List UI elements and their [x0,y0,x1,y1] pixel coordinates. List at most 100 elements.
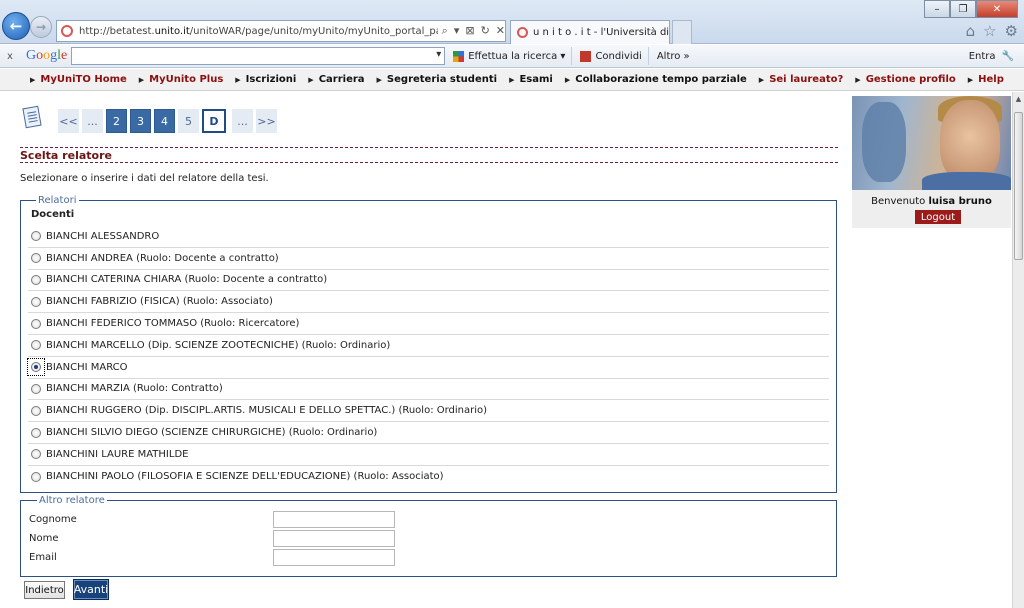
scrollbar-thumb[interactable] [1014,112,1023,260]
new-tab-button[interactable] [672,20,692,44]
restore-button[interactable]: ❐ [950,0,976,18]
search-icon[interactable]: ⌕ [442,24,448,38]
share-button[interactable]: Condividi [580,47,649,65]
menu-item-segreteria[interactable]: ▶ Segreteria studenti [377,74,498,85]
radio-button-icon [31,231,41,242]
more-button[interactable]: Altro » [657,47,696,65]
menu-item-gestione-profilo[interactable]: ▶ Gestione profilo [855,74,955,85]
radio-button-icon [31,296,41,307]
google-logo: Google [26,48,68,63]
toolbar-close-icon[interactable]: x [2,51,18,62]
menu-item-collaborazione[interactable]: ▶ Collaborazione tempo parziale [565,74,747,85]
pager-step[interactable]: 3 [130,109,151,133]
menu-item-myunito-plus[interactable]: ▶ MyUnito Plus [139,74,224,85]
radio-button-icon [31,340,41,351]
relatore-option[interactable]: BIANCHI ALESSANDRO [28,226,829,248]
minimize-button[interactable]: – [924,0,950,18]
nome-input[interactable] [273,530,395,547]
relatore-option[interactable]: BIANCHINI PAOLO (FILOSOFIA E SCIENZE DEL… [28,466,829,488]
relatore-option[interactable]: BIANCHI ANDREA (Ruolo: Docente a contrat… [28,248,829,270]
radio-button-icon [31,449,41,460]
home-icon[interactable]: ⌂ [966,22,976,40]
window-close-button[interactable]: ✕ [976,0,1018,18]
relatore-radio[interactable] [28,403,44,419]
relatore-radio[interactable] [28,294,44,310]
scroll-up-icon[interactable]: ▲ [1013,92,1024,106]
relatore-option[interactable]: BIANCHI SILVIO DIEGO (SCIENZE CHIRURGICH… [28,422,829,444]
relatore-radio[interactable] [28,228,44,244]
relatore-label: BIANCHI CATERINA CHIARA (Ruolo: Docente … [46,274,328,286]
pager-step[interactable]: 2 [106,109,127,133]
menu-item-help[interactable]: ▶ Help [968,74,1004,85]
email-input[interactable] [273,549,395,566]
relatori-list: BIANCHI ALESSANDRO BIANCHI ANDREA (Ruolo:… [27,226,829,488]
relatore-radio[interactable] [28,469,44,485]
site-menu: ▶ MyUniTO Home ▶ MyUnito Plus ▶ Iscrizioni … [0,69,1024,91]
back-button[interactable]: ← [2,12,30,40]
relatore-label: BIANCHI MARZIA (Ruolo: Contratto) [46,383,223,395]
arrow-right-icon: ▶ [855,75,861,84]
relatore-radio[interactable] [28,337,44,353]
nome-row: Nome [29,529,836,548]
pager-last[interactable]: >> [256,109,277,133]
relatore-radio[interactable] [28,272,44,288]
relatore-radio[interactable] [28,316,44,332]
relatore-radio[interactable] [28,425,44,441]
browser-tab[interactable]: u n i t o . i t - l'Università di ... ✕ [510,20,670,44]
tools-gear-icon[interactable]: ⚙ [1005,22,1018,40]
relatore-label: BIANCHI FABRIZIO (FISICA) (Ruolo: Associ… [46,296,273,308]
pager-first[interactable]: << [58,109,79,133]
relatore-option[interactable]: BIANCHINI LAURE MATHILDE [28,444,829,466]
arrow-right-icon: ▶ [967,75,974,84]
relatore-label: BIANCHI MARCO [46,361,128,373]
relatore-option[interactable]: BIANCHI FEDERICO TOMMASO (Ruolo: Ricerca… [28,313,829,335]
menu-item-carriera[interactable]: ▶ Carriera [308,74,364,85]
refresh-icon[interactable]: ↻ [481,24,490,38]
dropdown-icon[interactable]: ▾ [454,24,460,38]
instructions-text: Selezionare o inserire i dati del relato… [20,173,269,184]
menu-item-iscrizioni[interactable]: ▶ Iscrizioni [235,74,296,85]
back-step-button[interactable]: Indietro [24,581,65,599]
pager-ellipsis-left[interactable]: ... [82,109,103,133]
section-divider [20,162,838,163]
email-row: Email [29,548,836,567]
cognome-input[interactable] [273,511,395,528]
menu-item-esami[interactable]: ▶ Esami [509,74,553,85]
google-search-input[interactable] [71,47,446,65]
relatore-radio[interactable] [27,358,45,377]
menu-item-sei-laureato[interactable]: ▶ Sei laureato? [759,74,844,85]
relatore-label: BIANCHI MARCELLO (Dip. SCIENZE ZOOTECNIC… [46,339,391,351]
relatore-option[interactable]: BIANCHI FABRIZIO (FISICA) (Ruolo: Associ… [28,291,829,314]
pager-step[interactable]: 4 [154,109,175,133]
relatore-option[interactable]: BIANCHI CATERINA CHIARA (Ruolo: Docente … [28,270,829,292]
relatore-option[interactable]: BIANCHI MARCELLO (Dip. SCIENZE ZOOTECNIC… [28,335,829,357]
wrench-icon[interactable]: 🔧 [1002,51,1014,62]
arrow-right-icon: ▶ [308,75,314,84]
logout-button[interactable]: Logout [915,210,961,224]
relatore-option[interactable]: BIANCHI RUGGERO (Dip. DISCIPL.ARTIS. MUS… [28,400,829,423]
arrow-right-icon: ▶ [376,75,382,84]
radio-button-icon [31,427,41,438]
relatore-radio[interactable] [28,381,44,397]
favorites-star-icon[interactable]: ☆ [983,22,996,40]
vertical-scrollbar[interactable]: ▲ [1012,92,1024,608]
stop-icon[interactable]: ✕ [496,24,505,38]
pager-step[interactable]: 5 [178,109,199,133]
search-button[interactable]: Effettua la ricerca ▾ [453,47,573,65]
signin-button[interactable]: Entra [969,51,996,62]
cognome-row: Cognome [29,510,836,529]
forward-button[interactable]: → [30,16,52,38]
site-favicon-icon [61,25,73,37]
menu-item-myunito-home[interactable]: ▶ MyUniTO Home [30,74,127,85]
relatore-option[interactable]: BIANCHI MARCO [27,357,829,379]
relatore-radio[interactable] [28,446,44,462]
pager-ellipsis-right[interactable]: ... [232,109,253,133]
wizard-pager: << ... 2 3 4 5 D ... >> [58,109,277,133]
compat-view-icon[interactable]: ⊠ [465,24,474,38]
relatore-option[interactable]: BIANCHI MARZIA (Ruolo: Contratto) [28,379,829,401]
address-url[interactable]: http://betatest.unito.it/unitoWAR/page/u… [79,26,438,37]
nome-label: Nome [29,533,59,544]
relatore-radio[interactable] [28,250,44,266]
address-bar[interactable]: http://betatest.unito.it/unitoWAR/page/u… [56,20,506,42]
next-step-button[interactable]: Avanti [73,579,109,600]
